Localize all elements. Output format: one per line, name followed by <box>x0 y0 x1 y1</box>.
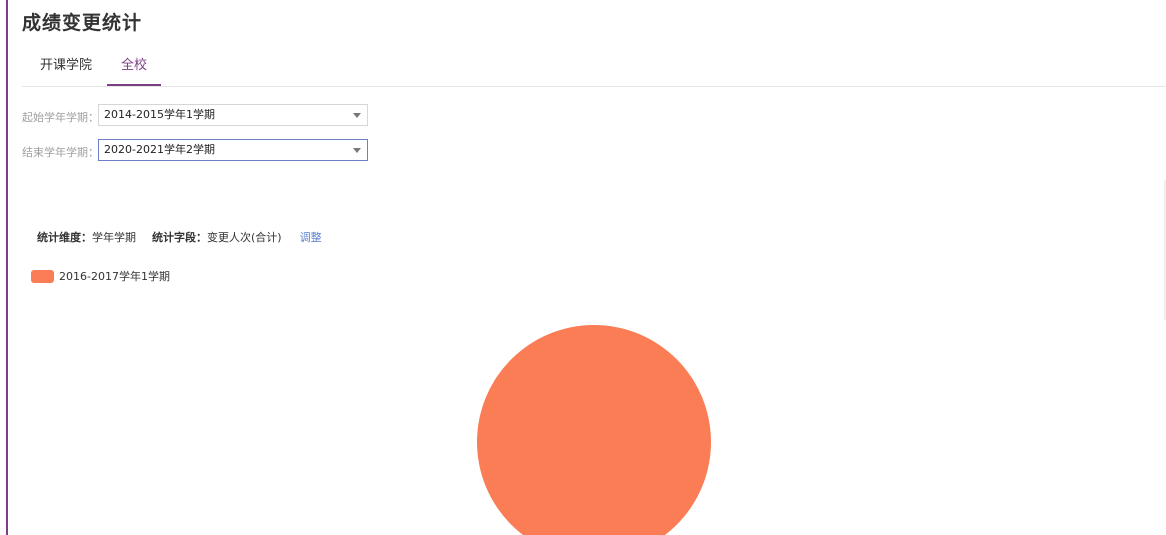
pie-chart <box>477 325 711 535</box>
pie-slice[interactable] <box>477 325 711 535</box>
